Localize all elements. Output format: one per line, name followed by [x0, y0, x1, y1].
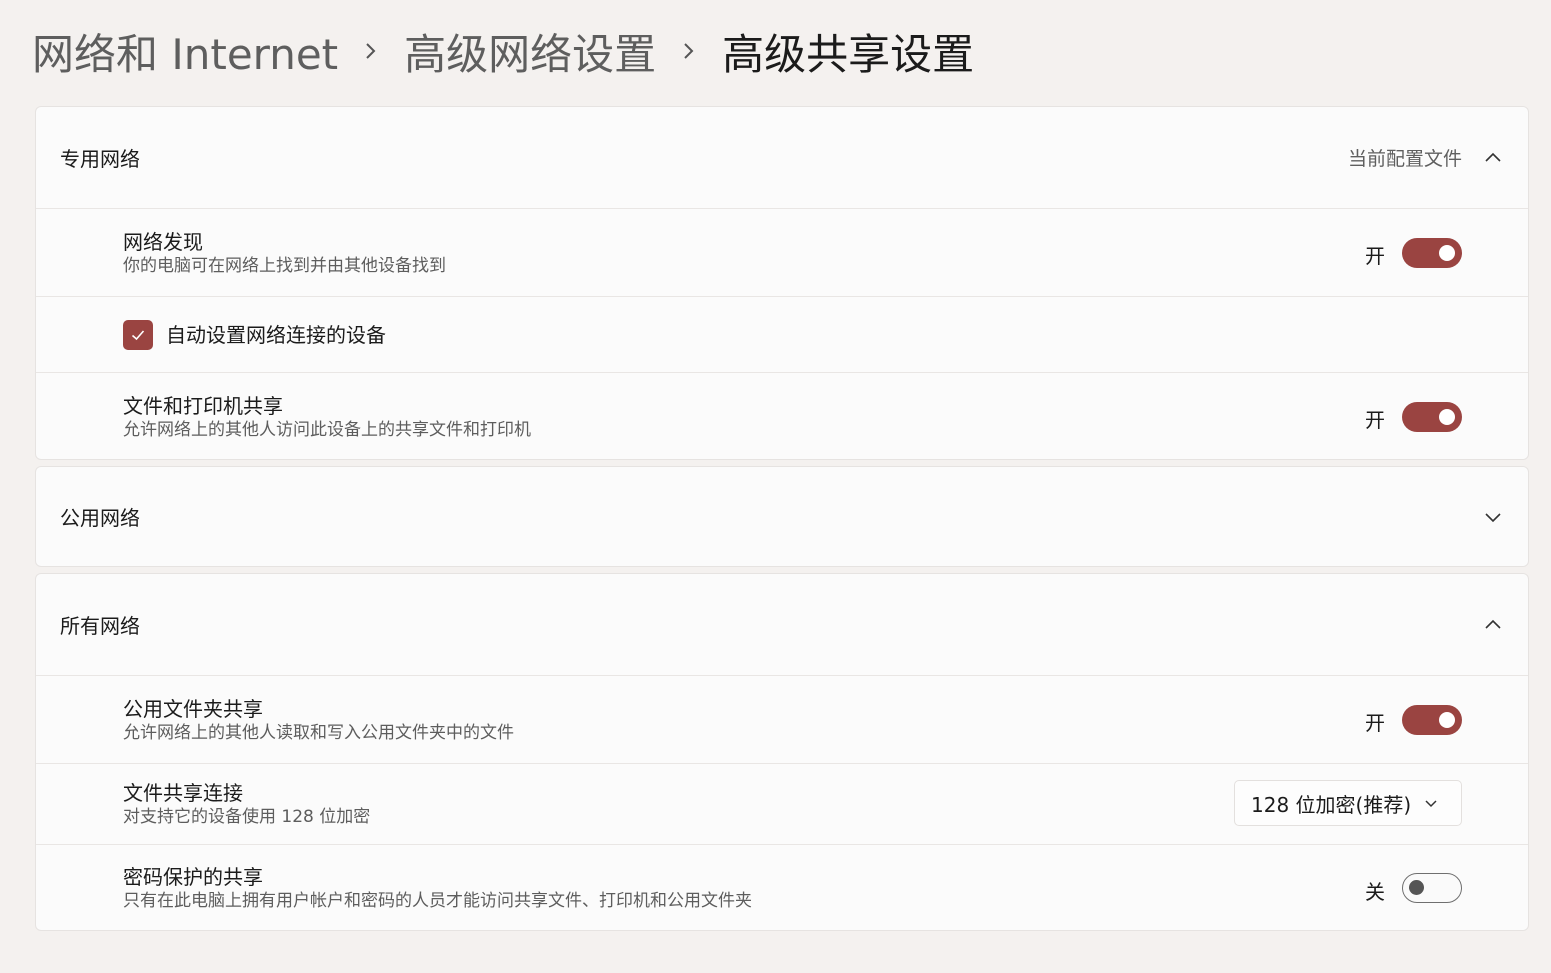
row-description: 允许网络上的其他人访问此设备上的共享文件和打印机 [123, 419, 531, 440]
row-description: 你的电脑可在网络上找到并由其他设备找到 [123, 255, 446, 276]
breadcrumb-advanced-network-settings[interactable]: 高级网络设置 [404, 21, 656, 82]
file-printer-sharing-toggle[interactable] [1402, 402, 1462, 432]
auto-setup-label: 自动设置网络连接的设备 [166, 322, 386, 347]
row-title: 密码保护的共享 [123, 864, 263, 889]
section-title: 公用网络 [60, 506, 140, 530]
row-description: 只有在此电脑上拥有用户帐户和密码的人员才能访问共享文件、打印机和公用文件夹 [123, 890, 752, 911]
section-title: 所有网络 [60, 614, 140, 638]
password-protected-sharing-row: 密码保护的共享 只有在此电脑上拥有用户帐户和密码的人员才能访问共享文件、打印机和… [36, 844, 1528, 930]
auto-setup-checkbox[interactable] [123, 319, 153, 350]
public-network-header[interactable]: 公用网络 [36, 467, 1528, 566]
row-title: 网络发现 [123, 229, 203, 254]
toggle-state-label: 开 [1365, 408, 1385, 432]
page-title: 高级共享设置 [722, 29, 975, 79]
public-folder-sharing-toggle[interactable] [1402, 705, 1462, 735]
chevron-right-icon [656, 40, 722, 62]
network-discovery-row: 网络发现 你的电脑可在网络上找到并由其他设备找到 开 [36, 208, 1528, 296]
chevron-down-icon[interactable] [1484, 508, 1502, 526]
encryption-dropdown[interactable]: 128 位加密(推荐) [1234, 780, 1462, 826]
all-networks-section: 所有网络 公用文件夹共享 允许网络上的其他人读取和写入公用文件夹中的文件 开 文… [35, 573, 1529, 931]
checkmark-icon [131, 329, 145, 340]
chevron-down-icon [1425, 800, 1437, 808]
chevron-right-icon [338, 40, 404, 62]
row-title: 文件和打印机共享 [123, 393, 283, 418]
auto-setup-row: 自动设置网络连接的设备 [36, 296, 1528, 372]
dropdown-selected-value: 128 位加密(推荐) [1251, 792, 1412, 817]
file-sharing-connections-row: 文件共享连接 对支持它的设备使用 128 位加密 128 位加密(推荐) [36, 763, 1528, 844]
network-discovery-toggle[interactable] [1402, 238, 1462, 268]
file-printer-sharing-row: 文件和打印机共享 允许网络上的其他人访问此设备上的共享文件和打印机 开 [36, 372, 1528, 459]
all-networks-header[interactable]: 所有网络 [36, 574, 1528, 675]
private-network-header[interactable]: 专用网络 当前配置文件 [36, 107, 1528, 208]
toggle-state-label: 开 [1365, 244, 1385, 268]
chevron-up-icon[interactable] [1484, 616, 1502, 634]
section-title: 专用网络 [60, 147, 140, 171]
toggle-state-label: 开 [1365, 711, 1385, 735]
chevron-up-icon[interactable] [1484, 149, 1502, 167]
breadcrumb: 网络和 Internet 高级网络设置 高级共享设置 [32, 22, 974, 80]
row-description: 允许网络上的其他人读取和写入公用文件夹中的文件 [123, 722, 514, 743]
private-network-section: 专用网络 当前配置文件 网络发现 你的电脑可在网络上找到并由其他设备找到 开 自… [35, 106, 1529, 460]
public-network-section: 公用网络 [35, 466, 1529, 567]
breadcrumb-network-internet[interactable]: 网络和 Internet [32, 21, 338, 82]
password-protected-sharing-toggle[interactable] [1402, 873, 1462, 903]
row-title: 公用文件夹共享 [123, 696, 263, 721]
public-folder-sharing-row: 公用文件夹共享 允许网络上的其他人读取和写入公用文件夹中的文件 开 [36, 675, 1528, 763]
toggle-state-label: 关 [1365, 880, 1385, 904]
current-profile-label: 当前配置文件 [1347, 148, 1462, 170]
